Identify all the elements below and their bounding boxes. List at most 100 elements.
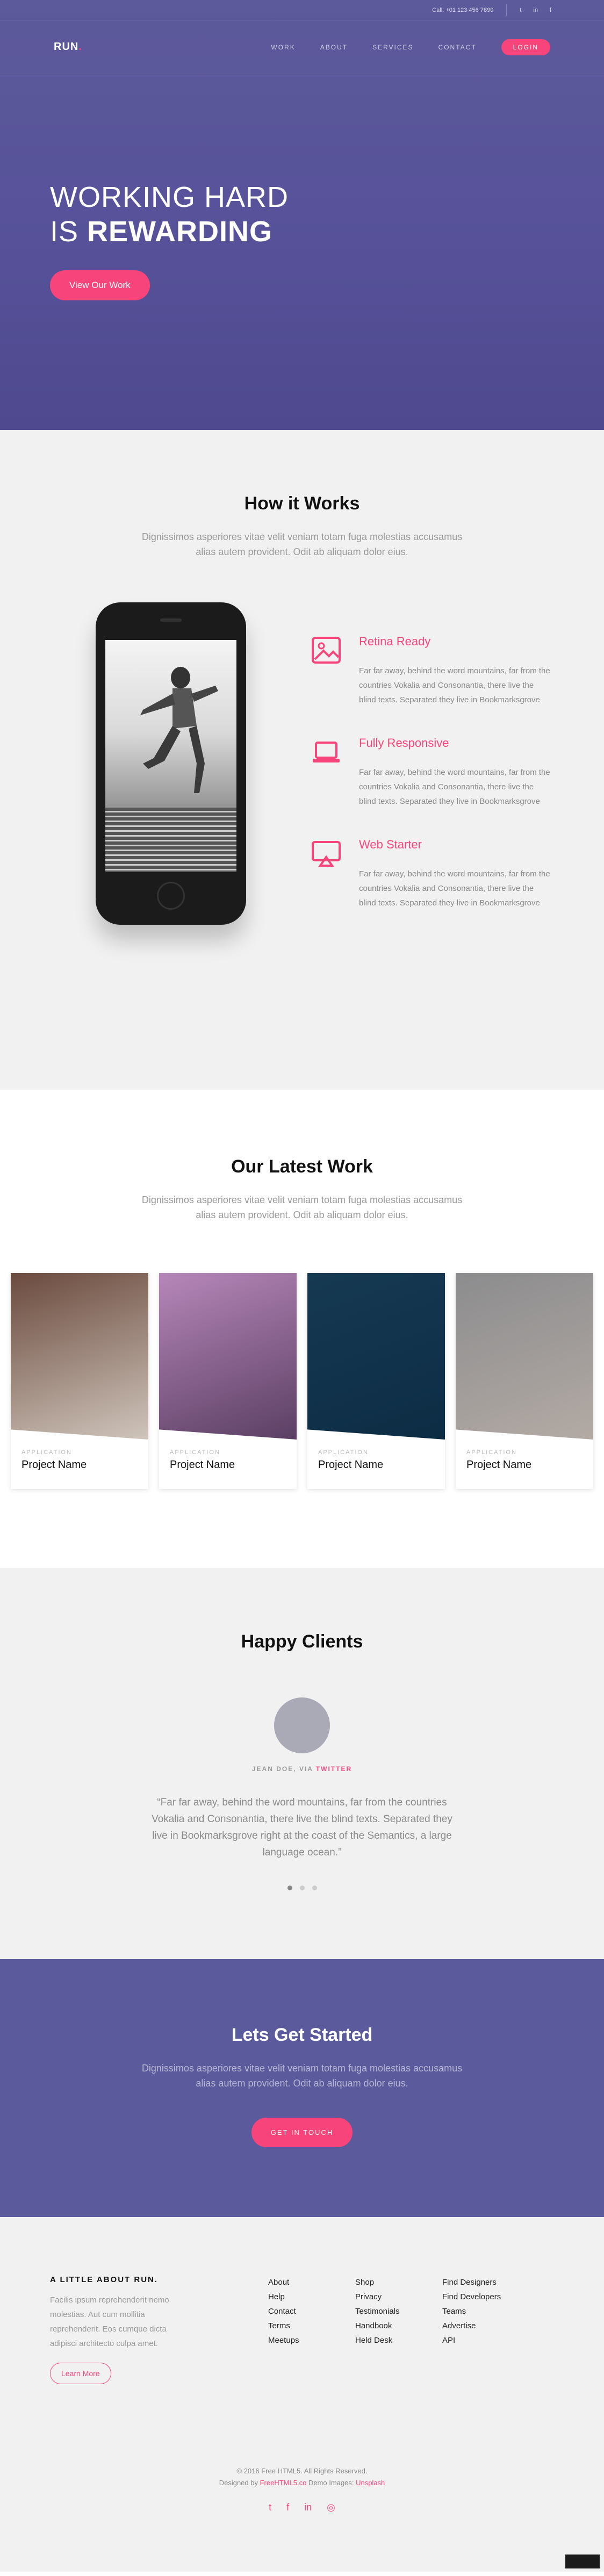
- project-category: Application: [466, 1449, 517, 1456]
- cta-title: Lets Get Started: [231, 2025, 373, 2045]
- credits: Designed by FreeHTML5.co Demo Images: Un…: [0, 2477, 604, 2489]
- phone-screen: [105, 640, 236, 872]
- twitter-icon[interactable]: t: [520, 7, 521, 13]
- topbar-divider: [506, 4, 507, 16]
- get-in-touch-button[interactable]: GET IN TOUCH: [251, 2118, 353, 2147]
- phone-number: Call: +01 123 456 7890: [432, 6, 494, 13]
- feature-title: Retina Ready: [359, 635, 431, 648]
- hero-content: WORKING HARD IS REWARDING View Our Work: [50, 180, 289, 300]
- carousel-dot[interactable]: [287, 1886, 292, 1890]
- footer-columns: A LITTLE ABOUT RUN. Facilis ipsum repreh…: [0, 2275, 604, 2384]
- feature-text: Far far away, behind the word mountains,…: [359, 869, 550, 908]
- feature-title: Fully Responsive: [359, 736, 449, 750]
- designer-link[interactable]: FreeHTML5.co: [260, 2479, 307, 2487]
- login-button[interactable]: LOGIN: [501, 39, 550, 55]
- image-icon: [311, 635, 359, 707]
- dribbble-icon[interactable]: ◎: [327, 2502, 335, 2513]
- facebook-icon[interactable]: f: [550, 7, 551, 13]
- runner-image: [140, 667, 218, 793]
- footer-link[interactable]: API: [442, 2333, 529, 2348]
- nav-contact[interactable]: CONTACT: [438, 44, 477, 51]
- carousel-dot[interactable]: [299, 1886, 305, 1890]
- footer-link[interactable]: Handbook: [355, 2319, 442, 2333]
- nav-about[interactable]: ABOUT: [320, 44, 348, 51]
- get-started-section: Lets Get Started Dignissimos asperiores …: [0, 1959, 604, 2217]
- carousel-dot[interactable]: [312, 1886, 317, 1890]
- cta-subtitle: Dignissimos asperiores vitae velit venia…: [141, 2063, 463, 2089]
- footer-link[interactable]: Teams: [442, 2304, 529, 2319]
- footer-link[interactable]: Held Desk: [355, 2333, 442, 2348]
- unsplash-link[interactable]: Unsplash: [356, 2479, 385, 2487]
- project-card[interactable]: Application Project Name: [307, 1273, 445, 1489]
- footer-links-col-2: Shop Privacy Testimonials Handbook Held …: [355, 2275, 442, 2384]
- topbar: Call: +01 123 456 7890 t in f: [0, 0, 604, 20]
- footer: A LITTLE ABOUT RUN. Facilis ipsum repreh…: [0, 2217, 604, 2572]
- footer-link[interactable]: Privacy: [355, 2290, 442, 2304]
- project-name: Project Name: [466, 1459, 532, 1471]
- footer-links-col-1: About Help Contact Terms Meetups: [268, 2275, 355, 2384]
- main-nav: WORK ABOUT SERVICES CONTACT LOGIN: [271, 39, 550, 55]
- author-name: JEAN DOE, VIA: [251, 1765, 316, 1773]
- hero-title: WORKING HARD IS REWARDING: [50, 180, 289, 249]
- footer-link[interactable]: Shop: [355, 2275, 442, 2290]
- footer-link[interactable]: Terms: [268, 2319, 355, 2333]
- feature-responsive-body: Fully Responsive Far far away, behind th…: [359, 736, 552, 809]
- footer-link[interactable]: Find Developers: [442, 2290, 529, 2304]
- footer-link[interactable]: Help: [268, 2290, 355, 2304]
- feature-web-starter: Web Starter Far far away, behind the wor…: [311, 838, 552, 910]
- linkedin-icon[interactable]: in: [304, 2502, 312, 2513]
- hero-line-2-prefix: IS: [50, 215, 88, 248]
- footer-link[interactable]: Testimonials: [355, 2304, 442, 2319]
- footer-link[interactable]: About: [268, 2275, 355, 2290]
- hero-line-1: WORKING HARD: [50, 181, 289, 213]
- monitor-icon: [311, 838, 359, 910]
- project-name: Project Name: [170, 1459, 235, 1471]
- copyright: © 2016 Free HTML5. All Rights Reserved. …: [0, 2465, 604, 2489]
- author-via-link[interactable]: TWITTER: [316, 1765, 352, 1773]
- navbar: RUN. WORK ABOUT SERVICES CONTACT LOGIN: [0, 20, 604, 74]
- project-image: [11, 1273, 148, 1440]
- hero-line-2-bold: REWARDING: [87, 215, 273, 248]
- footer-link[interactable]: Find Designers: [442, 2275, 529, 2290]
- project-image: [159, 1273, 297, 1440]
- learn-more-button[interactable]: Learn More: [50, 2363, 111, 2384]
- how-title: How it Works: [244, 493, 360, 514]
- laptop-icon: [311, 736, 359, 809]
- project-card[interactable]: Application Project Name: [159, 1273, 297, 1489]
- credits-designed-prefix: Designed by: [219, 2479, 260, 2487]
- footer-link[interactable]: Meetups: [268, 2333, 355, 2348]
- how-body: Retina Ready Far far away, behind the wo…: [0, 559, 604, 1043]
- project-card[interactable]: Application Project Name: [11, 1273, 148, 1489]
- project-card[interactable]: Application Project Name: [456, 1273, 593, 1489]
- how-it-works-section: How it Works Dignissimos asperiores vita…: [0, 430, 604, 1090]
- feature-web-starter-body: Web Starter Far far away, behind the wor…: [359, 838, 552, 910]
- carousel-dots: [0, 1886, 604, 1890]
- twitter-icon[interactable]: t: [269, 2502, 271, 2513]
- feature-text: Far far away, behind the word mountains,…: [359, 768, 550, 806]
- logo[interactable]: RUN.: [54, 41, 82, 53]
- nav-work[interactable]: WORK: [271, 44, 295, 51]
- feature-retina-body: Retina Ready Far far away, behind the wo…: [359, 635, 552, 707]
- footer-links-col-3: Find Designers Find Developers Teams Adv…: [442, 2275, 529, 2384]
- facebook-icon[interactable]: f: [286, 2502, 289, 2513]
- footer-link[interactable]: Advertise: [442, 2319, 529, 2333]
- project-name: Project Name: [21, 1459, 87, 1471]
- testimonial-author: JEAN DOE, VIA TWITTER: [0, 1765, 604, 1773]
- work-grid: Application Project Name Application Pro…: [0, 1273, 604, 1489]
- feature-text: Far far away, behind the word mountains,…: [359, 666, 550, 704]
- linkedin-icon[interactable]: in: [533, 7, 538, 13]
- how-subtitle: Dignissimos asperiores vitae velit venia…: [141, 531, 463, 557]
- work-title: Our Latest Work: [231, 1156, 373, 1177]
- nav-services[interactable]: SERVICES: [372, 44, 413, 51]
- logo-dot: .: [78, 41, 82, 53]
- hero-section: Call: +01 123 456 7890 t in f RUN. WORK …: [0, 0, 604, 430]
- project-category: Application: [21, 1449, 72, 1456]
- phone-home-button: [157, 882, 185, 910]
- credits-demo-prefix: Demo Images:: [306, 2479, 356, 2487]
- feature-list: Retina Ready Far far away, behind the wo…: [311, 635, 552, 939]
- copyright-text: © 2016 Free HTML5. All Rights Reserved.: [236, 2467, 368, 2475]
- footer-link[interactable]: Contact: [268, 2304, 355, 2319]
- happy-clients-section: Happy Clients JEAN DOE, VIA TWITTER “Far…: [0, 1568, 604, 1959]
- latest-work-section: Our Latest Work Dignissimos asperiores v…: [0, 1090, 604, 1568]
- view-our-work-button[interactable]: View Our Work: [50, 270, 150, 300]
